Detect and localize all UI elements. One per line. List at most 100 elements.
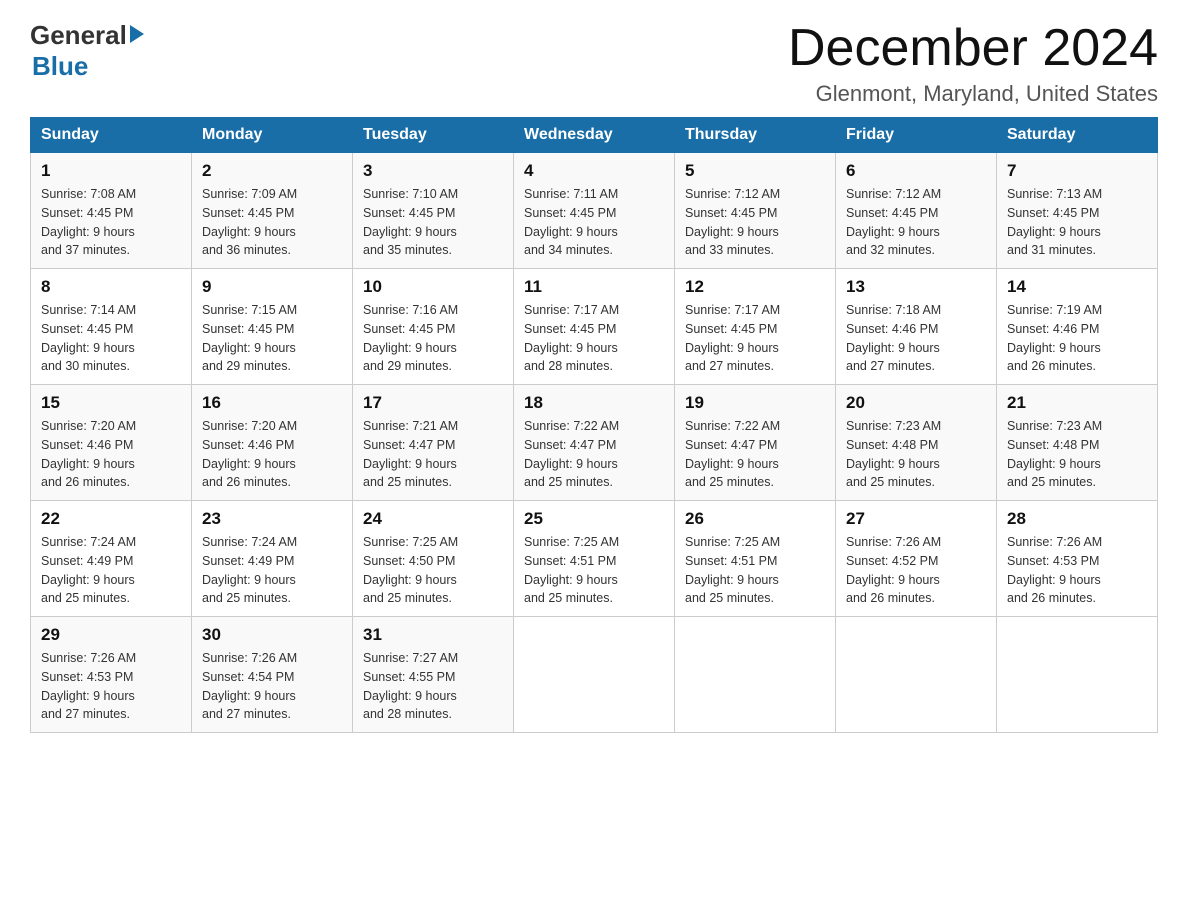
day-number: 8 [41,277,181,297]
calendar-week-row: 8 Sunrise: 7:14 AMSunset: 4:45 PMDaylight… [31,269,1158,385]
day-number: 9 [202,277,342,297]
day-number: 4 [524,161,664,181]
day-info: Sunrise: 7:20 AMSunset: 4:46 PMDaylight:… [41,417,181,492]
weekday-header-row: SundayMondayTuesdayWednesdayThursdayFrid… [31,118,1158,153]
calendar-day-cell: 14 Sunrise: 7:19 AMSunset: 4:46 PMDayligh… [997,269,1158,385]
calendar-week-row: 1Sunrise: 7:08 AMSunset: 4:45 PMDaylight… [31,153,1158,269]
day-number: 16 [202,393,342,413]
day-number: 7 [1007,161,1147,181]
day-info: Sunrise: 7:25 AMSunset: 4:50 PMDaylight:… [363,533,503,608]
day-info: Sunrise: 7:20 AMSunset: 4:46 PMDaylight:… [202,417,342,492]
calendar-day-cell: 19 Sunrise: 7:22 AMSunset: 4:47 PMDayligh… [675,385,836,501]
calendar-day-cell: 26Sunrise: 7:25 AMSunset: 4:51 PMDayligh… [675,501,836,617]
calendar-day-cell: 22Sunrise: 7:24 AMSunset: 4:49 PMDayligh… [31,501,192,617]
calendar-day-cell: 17Sunrise: 7:21 AMSunset: 4:47 PMDayligh… [353,385,514,501]
day-number: 10 [363,277,503,297]
day-number: 29 [41,625,181,645]
day-info: Sunrise: 7:26 AMSunset: 4:53 PMDaylight:… [41,649,181,724]
day-number: 12 [685,277,825,297]
day-info: Sunrise: 7:26 AMSunset: 4:52 PMDaylight:… [846,533,986,608]
day-number: 5 [685,161,825,181]
weekday-header-saturday: Saturday [997,118,1158,153]
day-info: Sunrise: 7:11 AMSunset: 4:45 PMDaylight:… [524,185,664,260]
day-info: Sunrise: 7:12 AMSunset: 4:45 PMDaylight:… [685,185,825,260]
calendar-day-cell: 8 Sunrise: 7:14 AMSunset: 4:45 PMDaylight… [31,269,192,385]
calendar-day-cell: 31Sunrise: 7:27 AMSunset: 4:55 PMDayligh… [353,617,514,733]
calendar-day-cell: 9Sunrise: 7:15 AMSunset: 4:45 PMDaylight… [192,269,353,385]
calendar-header: SundayMondayTuesdayWednesdayThursdayFrid… [31,118,1158,153]
day-number: 18 [524,393,664,413]
calendar-day-cell: 30Sunrise: 7:26 AMSunset: 4:54 PMDayligh… [192,617,353,733]
weekday-header-friday: Friday [836,118,997,153]
day-number: 14 [1007,277,1147,297]
day-number: 11 [524,277,664,297]
calendar-day-cell: 21 Sunrise: 7:23 AMSunset: 4:48 PMDayligh… [997,385,1158,501]
day-info: Sunrise: 7:24 AMSunset: 4:49 PMDaylight:… [41,533,181,608]
calendar-day-cell: 2Sunrise: 7:09 AMSunset: 4:45 PMDaylight… [192,153,353,269]
day-info: Sunrise: 7:23 AMSunset: 4:48 PMDaylight:… [1007,417,1147,492]
day-info: Sunrise: 7:16 AMSunset: 4:45 PMDaylight:… [363,301,503,376]
calendar-body: 1Sunrise: 7:08 AMSunset: 4:45 PMDaylight… [31,153,1158,733]
calendar-day-cell: 24 Sunrise: 7:25 AMSunset: 4:50 PMDayligh… [353,501,514,617]
day-number: 28 [1007,509,1147,529]
day-number: 21 [1007,393,1147,413]
calendar-day-cell: 25 Sunrise: 7:25 AMSunset: 4:51 PMDayligh… [514,501,675,617]
day-number: 27 [846,509,986,529]
day-number: 24 [363,509,503,529]
logo-general-text: General [30,20,127,51]
day-info: Sunrise: 7:23 AMSunset: 4:48 PMDaylight:… [846,417,986,492]
day-info: Sunrise: 7:14 AMSunset: 4:45 PMDaylight:… [41,301,181,376]
day-info: Sunrise: 7:25 AMSunset: 4:51 PMDaylight:… [524,533,664,608]
calendar-week-row: 29 Sunrise: 7:26 AMSunset: 4:53 PMDayligh… [31,617,1158,733]
calendar-day-cell: 20 Sunrise: 7:23 AMSunset: 4:48 PMDayligh… [836,385,997,501]
day-info: Sunrise: 7:10 AMSunset: 4:45 PMDaylight:… [363,185,503,260]
location-title: Glenmont, Maryland, United States [788,81,1158,107]
title-block: December 2024 Glenmont, Maryland, United… [788,20,1158,107]
day-number: 25 [524,509,664,529]
calendar-day-cell [675,617,836,733]
calendar-day-cell: 7 Sunrise: 7:13 AMSunset: 4:45 PMDaylight… [997,153,1158,269]
day-info: Sunrise: 7:17 AMSunset: 4:45 PMDaylight:… [685,301,825,376]
calendar-day-cell [514,617,675,733]
weekday-header-thursday: Thursday [675,118,836,153]
calendar-day-cell [836,617,997,733]
calendar-week-row: 22Sunrise: 7:24 AMSunset: 4:49 PMDayligh… [31,501,1158,617]
weekday-header-monday: Monday [192,118,353,153]
logo-blue-text: Blue [32,51,88,82]
day-number: 31 [363,625,503,645]
calendar-day-cell [997,617,1158,733]
calendar-day-cell: 3 Sunrise: 7:10 AMSunset: 4:45 PMDaylight… [353,153,514,269]
calendar-table: SundayMondayTuesdayWednesdayThursdayFrid… [30,117,1158,733]
day-info: Sunrise: 7:17 AMSunset: 4:45 PMDaylight:… [524,301,664,376]
day-info: Sunrise: 7:19 AMSunset: 4:46 PMDaylight:… [1007,301,1147,376]
calendar-day-cell: 18Sunrise: 7:22 AMSunset: 4:47 PMDayligh… [514,385,675,501]
day-info: Sunrise: 7:18 AMSunset: 4:46 PMDaylight:… [846,301,986,376]
calendar-day-cell: 27 Sunrise: 7:26 AMSunset: 4:52 PMDayligh… [836,501,997,617]
day-info: Sunrise: 7:24 AMSunset: 4:49 PMDaylight:… [202,533,342,608]
calendar-day-cell: 23Sunrise: 7:24 AMSunset: 4:49 PMDayligh… [192,501,353,617]
calendar-day-cell: 16 Sunrise: 7:20 AMSunset: 4:46 PMDayligh… [192,385,353,501]
calendar-day-cell: 29 Sunrise: 7:26 AMSunset: 4:53 PMDayligh… [31,617,192,733]
calendar-week-row: 15Sunrise: 7:20 AMSunset: 4:46 PMDayligh… [31,385,1158,501]
day-number: 6 [846,161,986,181]
day-number: 20 [846,393,986,413]
day-info: Sunrise: 7:26 AMSunset: 4:54 PMDaylight:… [202,649,342,724]
weekday-header-wednesday: Wednesday [514,118,675,153]
day-number: 1 [41,161,181,181]
weekday-header-sunday: Sunday [31,118,192,153]
day-info: Sunrise: 7:09 AMSunset: 4:45 PMDaylight:… [202,185,342,260]
calendar-day-cell: 28 Sunrise: 7:26 AMSunset: 4:53 PMDayligh… [997,501,1158,617]
calendar-day-cell: 15Sunrise: 7:20 AMSunset: 4:46 PMDayligh… [31,385,192,501]
logo-arrow-icon [130,25,144,43]
day-number: 13 [846,277,986,297]
day-number: 17 [363,393,503,413]
day-info: Sunrise: 7:22 AMSunset: 4:47 PMDaylight:… [685,417,825,492]
day-info: Sunrise: 7:13 AMSunset: 4:45 PMDaylight:… [1007,185,1147,260]
day-info: Sunrise: 7:25 AMSunset: 4:51 PMDaylight:… [685,533,825,608]
day-info: Sunrise: 7:26 AMSunset: 4:53 PMDaylight:… [1007,533,1147,608]
calendar-day-cell: 11 Sunrise: 7:17 AMSunset: 4:45 PMDayligh… [514,269,675,385]
calendar-day-cell: 5 Sunrise: 7:12 AMSunset: 4:45 PMDaylight… [675,153,836,269]
day-number: 19 [685,393,825,413]
page-header: General Blue December 2024 Glenmont, Mar… [30,20,1158,107]
day-number: 3 [363,161,503,181]
